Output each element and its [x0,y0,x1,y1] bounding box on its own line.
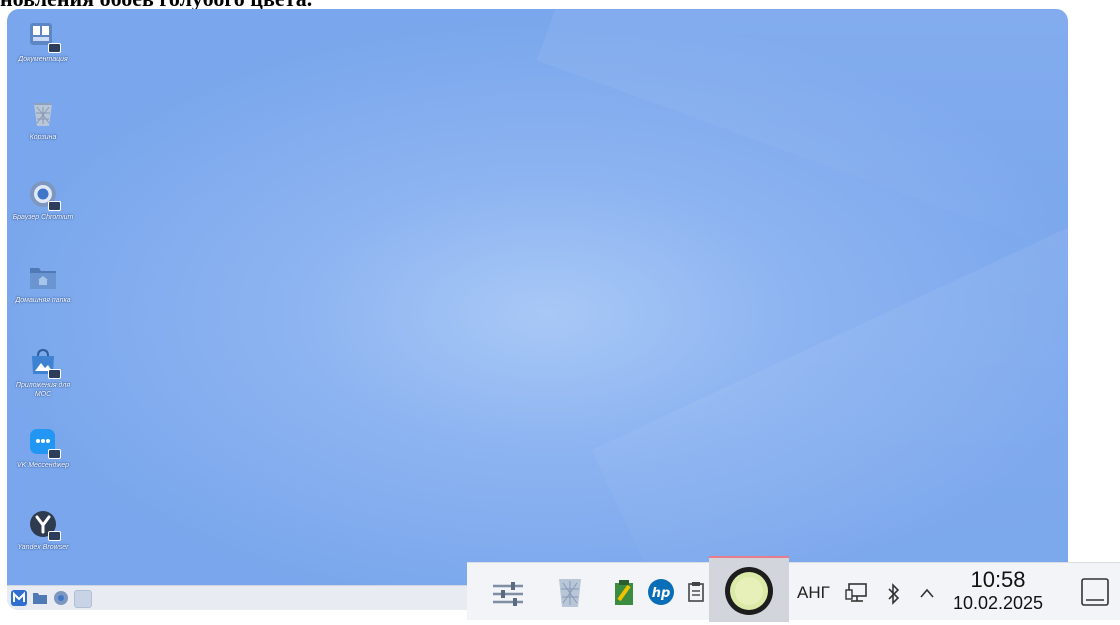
desktop-icon-label: Yandex Browser [17,544,69,551]
sliders-icon [493,582,523,606]
tray-bluetooth-button[interactable] [886,583,902,610]
yandex-browser-icon [28,509,61,541]
tray-trash-button[interactable] [555,575,585,614]
documents-icon [28,21,61,53]
home-folder-icon [28,262,58,292]
tray-settings-button[interactable] [491,581,525,612]
chevron-up-icon [920,588,934,598]
system-tray-panel: hp АНГ 10:58 10.02.2025 [467,556,1120,622]
clock-time: 10:58 [970,567,1026,592]
mos-logo-icon [13,591,25,602]
folder-icon [33,593,47,604]
tray-hp-printer-button[interactable]: hp [647,578,675,611]
tray-clipboard-notes-button[interactable] [613,580,635,611]
desktop-icon-app-store[interactable]: Приложения для МОС [7,347,79,399]
svg-text:hp: hp [652,586,671,601]
desktop-icon-vk-messenger[interactable]: VK Мессенджер [7,427,79,470]
desktop-icon-label: VK Мессенджер [16,462,70,469]
desktop-icon-label: Документация [18,56,68,63]
clock-date: 10.02.2025 [952,593,1044,613]
clipboard-icon [688,582,704,602]
tray-active-app-button[interactable] [709,556,789,622]
desktop[interactable]: Документация Корзина Браузер Chromium До… [7,9,1068,610]
vk-messenger-icon [28,427,61,459]
hp-logo-icon: hp [648,579,674,605]
tray-expand-button[interactable] [918,585,936,606]
trash-icon [559,579,581,607]
chromium-icon [28,179,61,211]
desktop-icon-label: Корзина [29,134,57,141]
desktop-icon-chromium[interactable]: Браузер Chromium [7,179,79,222]
tray-clipboard-button[interactable] [687,582,705,607]
tray-network-button[interactable] [845,581,869,610]
notepad-icon [615,580,633,605]
desktop-icon-documents[interactable]: Документация [7,21,79,64]
chromium-icon [54,591,68,605]
desktop-icon-yandex-browser[interactable]: Yandex Browser [7,509,79,552]
network-wired-icon [845,583,867,602]
taskbar-file-manager-button[interactable] [32,590,48,606]
desktop-icon-column: Документация Корзина Браузер Chromium До… [7,9,87,589]
desktop-icon-home-folder[interactable]: Домашняя папка [7,262,79,305]
desktop-icon-label: Приложения для МОС [15,382,71,398]
desktop-icon-trash[interactable]: Корзина [7,99,79,142]
bluetooth-icon [888,583,900,605]
desktop-icon-label: Браузер Chromium [12,214,74,221]
show-desktop-icon [1081,578,1109,606]
status-light-icon [725,567,773,615]
keyboard-language-indicator[interactable]: АНГ [797,583,830,603]
taskbar-window-button[interactable] [74,590,92,608]
taskbar-chromium-button[interactable] [53,590,69,606]
desktop-icon-label: Домашняя папка [15,297,71,304]
show-desktop-button[interactable] [1080,577,1110,612]
clock[interactable]: 10:58 10.02.2025 [950,567,1046,614]
start-menu-button[interactable] [11,590,27,606]
app-store-icon [28,347,61,379]
trash-icon [28,99,58,129]
